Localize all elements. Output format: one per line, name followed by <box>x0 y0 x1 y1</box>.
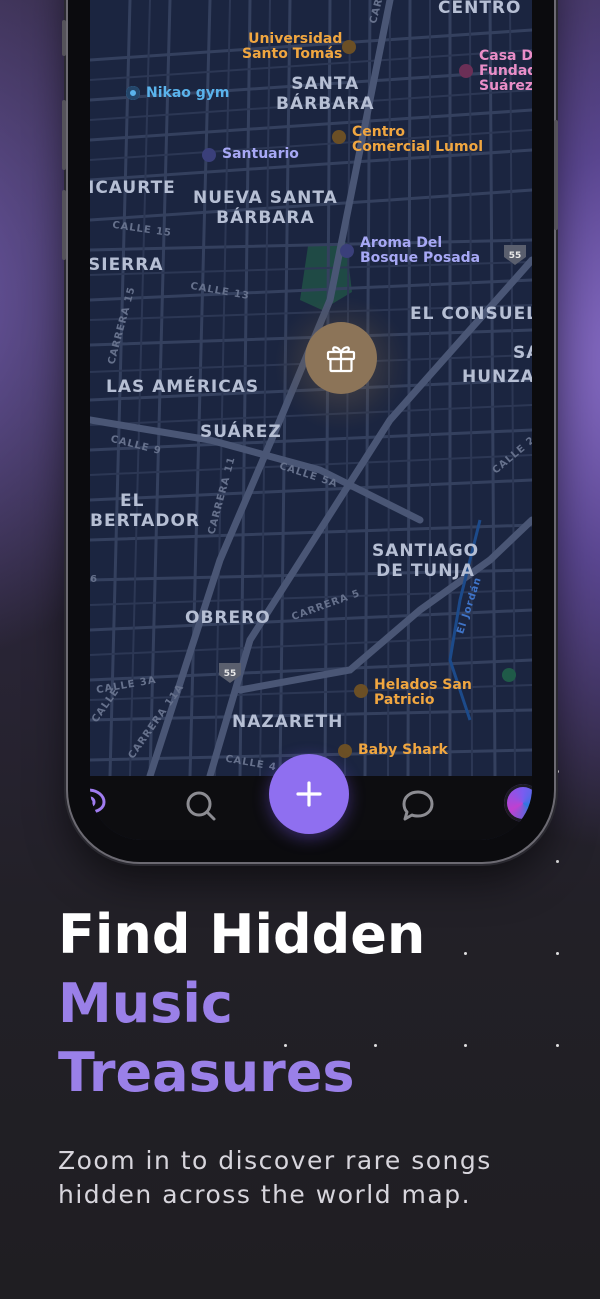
district-label-icaurte: ICAURTE <box>90 178 176 198</box>
poi-text: Universidad <box>248 31 343 47</box>
star <box>464 1044 467 1047</box>
subtitle-line-1: Zoom in to discover rare songs <box>58 1146 492 1175</box>
district-label-nazareth: NAZARETH <box>232 712 344 732</box>
district-label-sa: SA <box>513 343 532 363</box>
district-label-suarez: SUÁREZ <box>200 422 282 442</box>
music-note-icon[interactable] <box>90 786 110 814</box>
poi-text: Comercial Lumol <box>352 139 483 155</box>
school-icon <box>342 40 356 54</box>
poi-text: Santo Tomás <box>242 46 343 62</box>
star <box>556 952 559 955</box>
poi-casa[interactable]: Casa D Fundad Suárez <box>479 49 532 94</box>
gift-icon <box>326 346 356 373</box>
svg-text:55: 55 <box>509 251 522 261</box>
gym-icon <box>126 86 140 100</box>
star <box>556 1044 559 1047</box>
headline: Find Hidden Music Treasures <box>58 900 425 1107</box>
avatar[interactable] <box>504 784 532 822</box>
poi-text: Helados San <box>374 677 472 693</box>
poi-centro-comercial[interactable]: Centro Comercial Lumol <box>352 125 483 155</box>
poi-helados[interactable]: Helados San Patricio <box>374 678 472 708</box>
district-label-sierra: SIERRA <box>90 255 164 275</box>
district-label-el-consuelo: EL CONSUELO <box>410 304 532 324</box>
poi-santuario[interactable]: Santuario <box>222 146 299 162</box>
poi-text: Bosque Posada <box>360 250 481 266</box>
district-label-santa-barbara: SANTA BÁRBARA <box>276 74 375 114</box>
district-text: DE TUNJA <box>376 561 475 581</box>
park-icon <box>502 668 516 682</box>
icecream-icon <box>354 684 368 698</box>
subtitle-line-2: hidden across the world map. <box>58 1180 472 1209</box>
subtitle: Zoom in to discover rare songs hidden ac… <box>58 1144 558 1212</box>
district-text: SANTA <box>291 74 360 94</box>
district-text: BERTADOR <box>90 511 200 531</box>
district-label-obrero: OBRERO <box>185 608 271 628</box>
poi-text: Patricio <box>374 692 435 708</box>
chat-icon[interactable] <box>400 788 436 824</box>
poi-aroma[interactable]: Aroma Del Bosque Posada <box>360 236 480 266</box>
poi-baby-shark[interactable]: Baby Shark <box>358 743 448 758</box>
poi-universidad[interactable]: Universidad Santo Tomás <box>242 32 342 62</box>
museum-icon <box>459 64 473 78</box>
district-label-el-libertador: EL BERTADOR <box>90 491 200 531</box>
poi-text: Fundad <box>479 63 532 79</box>
hotel-icon <box>340 244 354 258</box>
add-icon <box>296 781 322 807</box>
toy-icon <box>338 744 352 758</box>
headline-line-2: Music <box>58 972 233 1035</box>
district-label-nueva-santa-barbara: NUEVA SANTA BÁRBARA <box>193 188 338 228</box>
phone-side-button <box>554 120 558 230</box>
district-text: SANTIAGO <box>372 541 480 561</box>
street-label: 6 <box>90 574 98 585</box>
poi-text: Casa D <box>479 48 532 64</box>
svg-text:55: 55 <box>224 669 237 679</box>
poi-nikao-gym[interactable]: Nikao gym <box>146 85 230 101</box>
headline-line-1: Find Hidden <box>58 903 426 966</box>
phone-screen: 55 55 CENTRO SANTA BÁRBARA NUEVA SANTA B… <box>90 0 532 840</box>
add-button[interactable] <box>269 754 349 834</box>
treasure-gift-marker[interactable] <box>305 322 377 394</box>
district-label-centro: CENTRO <box>438 0 522 18</box>
hotel-icon <box>202 148 216 162</box>
phone-side-button <box>62 190 66 260</box>
headline-line-3: Treasures <box>58 1041 355 1104</box>
poi-text: Aroma Del <box>360 235 443 251</box>
district-label-hunza: HUNZA <box>462 367 532 387</box>
star <box>556 860 559 863</box>
search-icon[interactable] <box>183 788 219 824</box>
district-label-santiago-de-tunja: SANTIAGO DE TUNJA <box>372 541 479 581</box>
district-text: BÁRBARA <box>276 94 375 114</box>
district-label-las-americas: LAS AMÉRICAS <box>106 377 260 397</box>
district-text: BÁRBARA <box>216 208 315 228</box>
district-text: NUEVA SANTA <box>193 188 338 208</box>
shopping-icon <box>332 130 346 144</box>
map-view[interactable]: 55 55 CENTRO SANTA BÁRBARA NUEVA SANTA B… <box>90 0 532 776</box>
district-text: EL <box>120 491 145 511</box>
phone-side-button <box>62 20 66 56</box>
star <box>464 952 467 955</box>
phone-side-button <box>62 100 66 170</box>
poi-text: Suárez <box>479 78 532 94</box>
star <box>556 770 559 773</box>
poi-text: Centro <box>352 124 405 140</box>
